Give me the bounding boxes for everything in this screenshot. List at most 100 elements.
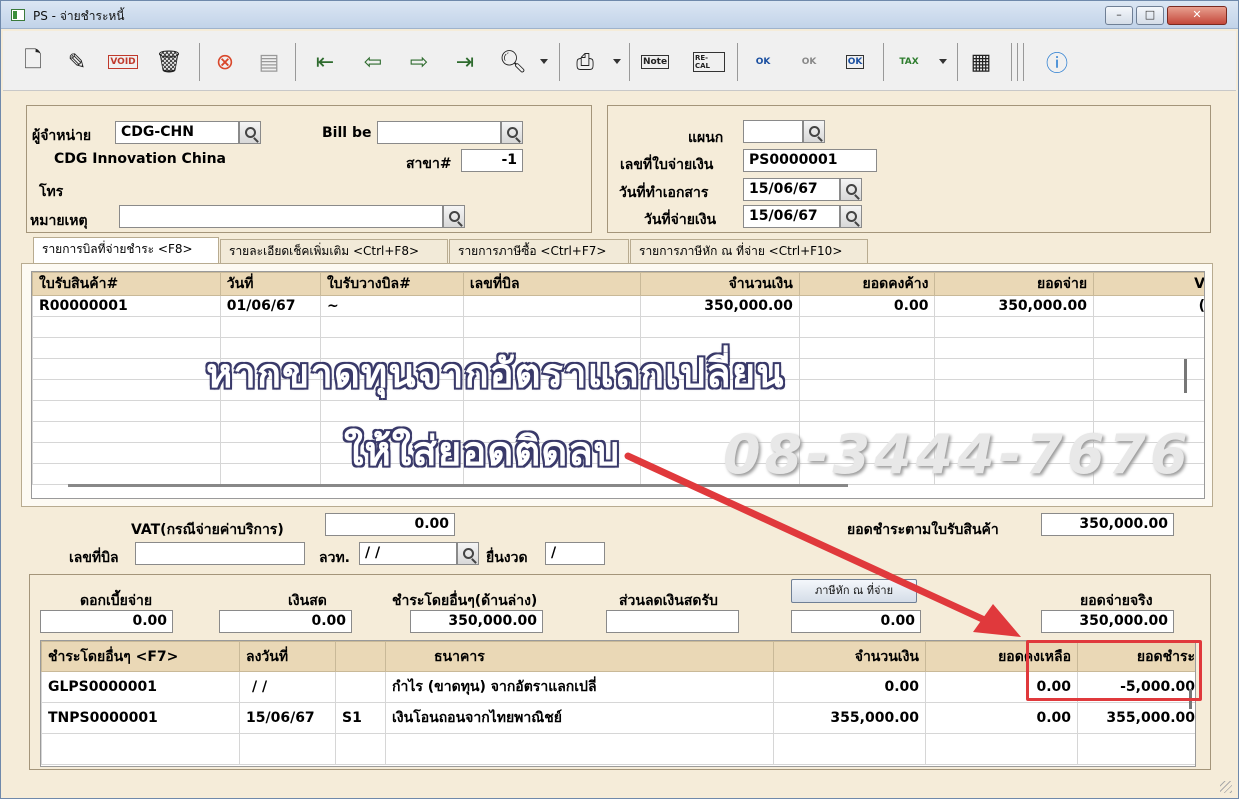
table-cell[interactable]: [462, 295, 642, 317]
search-icon[interactable]: 🔍︎: [497, 47, 529, 77]
toolbar-separator: [199, 43, 200, 81]
column-header[interactable]: ใบรับสินค้า#: [32, 272, 221, 296]
column-header[interactable]: ใบรับวางบิล#: [319, 272, 464, 296]
cancel-icon[interactable]: ⊗: [209, 47, 241, 77]
column-header[interactable]: จำนวนเงิน: [640, 272, 800, 296]
resize-grip[interactable]: [1220, 781, 1232, 793]
column-header[interactable]: วันที่: [219, 272, 321, 296]
table-row[interactable]: R00000001 01/06/67 ~ 350,000.00 0.00 350…: [32, 295, 1204, 317]
bill-no-input[interactable]: [135, 542, 305, 565]
void-icon[interactable]: VOID: [107, 47, 139, 77]
other-payment-value: 350,000.00: [410, 610, 543, 633]
table-cell[interactable]: (: [1093, 295, 1204, 317]
note-icon[interactable]: Note: [639, 47, 671, 77]
maximize-button[interactable]: □: [1136, 6, 1164, 25]
table-cell[interactable]: 355,000.00: [1077, 702, 1195, 734]
chevron-down-icon[interactable]: [540, 59, 548, 64]
report-icon[interactable]: ▦: [965, 47, 997, 77]
table-cell[interactable]: กำไร (ขาดทุน) จากอัตราแลกเปลี่: [385, 671, 774, 703]
table-row[interactable]: GLPS0000001 / / กำไร (ขาดทุน) จากอัตราแล…: [41, 671, 1195, 703]
pay-date-picker-button[interactable]: [840, 205, 862, 228]
remark-input[interactable]: [119, 205, 443, 228]
edit-icon[interactable]: ✎: [61, 47, 93, 77]
cash-input[interactable]: 0.00: [219, 610, 352, 633]
table-cell[interactable]: 0.00: [773, 671, 926, 703]
magnifier-icon: [244, 127, 256, 138]
vendor-code-input[interactable]: CDG-CHN: [115, 121, 239, 144]
column-header[interactable]: [335, 641, 386, 672]
department-input[interactable]: [743, 120, 803, 143]
column-header[interactable]: ธนาคาร: [385, 641, 774, 672]
first-record-icon[interactable]: ⇤: [309, 47, 341, 77]
app-icon: [11, 9, 25, 21]
column-header[interactable]: ยอดจ่าย: [934, 272, 1095, 296]
branch-input[interactable]: -1: [461, 149, 523, 172]
recalc-icon[interactable]: RE-CAL: [693, 47, 725, 77]
table-cell[interactable]: เงินโอนถอนจากไทยพาณิชย์: [385, 702, 774, 734]
bill-lookup-button[interactable]: [501, 121, 523, 144]
table-cell[interactable]: 0.00: [798, 295, 936, 317]
tax-date-picker-button[interactable]: [457, 542, 479, 565]
table-cell[interactable]: 350,000.00: [640, 295, 800, 317]
table-cell[interactable]: [335, 671, 386, 703]
column-header[interactable]: ลงวันที่: [239, 641, 336, 672]
table-cell[interactable]: ~: [319, 295, 464, 317]
attach-ok-icon[interactable]: OK: [839, 47, 871, 77]
delete-icon[interactable]: 🗑: [153, 47, 185, 77]
pay-date-input[interactable]: 15/06/67: [743, 205, 840, 228]
vertical-scrollbar[interactable]: [1184, 359, 1187, 393]
doc-date-picker-button[interactable]: [840, 178, 862, 201]
withholding-tax-button[interactable]: ภาษีหัก ณ ที่จ่าย: [791, 579, 917, 603]
approve-ok-icon[interactable]: OK: [747, 47, 779, 77]
vendor-lookup-button[interactable]: [239, 121, 261, 144]
column-header[interactable]: เลขที่บิล: [462, 272, 642, 296]
save-icon[interactable]: ▤: [253, 47, 285, 77]
remark-lookup-button[interactable]: [443, 205, 465, 228]
table-row[interactable]: TNPS0000001 15/06/67 S1 เงินโอนถอนจากไทย…: [41, 702, 1195, 734]
next-record-icon[interactable]: ⇨: [403, 47, 435, 77]
table-cell[interactable]: 350,000.00: [934, 295, 1095, 317]
last-record-icon[interactable]: ⇥: [449, 47, 481, 77]
filing-period-input[interactable]: /: [545, 542, 605, 565]
bill-input[interactable]: [377, 121, 501, 144]
column-header[interactable]: ยอดคงค้าง: [798, 272, 936, 296]
payment-no-input[interactable]: PS0000001: [743, 149, 877, 172]
table-cell[interactable]: 0.00: [925, 702, 1078, 734]
tab-paid-bills[interactable]: รายการบิลที่จ่ายชำระ <F8>: [33, 237, 219, 264]
department-lookup-button[interactable]: [803, 120, 825, 143]
table-row[interactable]: [41, 733, 1195, 765]
table-cell[interactable]: S1: [335, 702, 386, 734]
tab-purchase-tax[interactable]: รายการภาษีซื้อ <Ctrl+F7>: [449, 239, 629, 263]
phone-watermark: 08-3444-7676: [723, 423, 1192, 486]
cash-discount-input[interactable]: [606, 610, 739, 633]
chevron-down-icon[interactable]: [939, 59, 947, 64]
print-icon[interactable]: ⎙: [569, 47, 601, 77]
print-tax-icon[interactable]: TAX: [893, 47, 925, 77]
new-icon[interactable]: 🗋: [17, 47, 49, 77]
tax-date-input[interactable]: / /: [359, 542, 457, 565]
table-row[interactable]: [32, 316, 1204, 338]
tab-withholding-tax[interactable]: รายการภาษีหัก ณ ที่จ่าย <Ctrl+F10>: [630, 239, 868, 263]
table-cell[interactable]: 15/06/67: [239, 702, 336, 734]
column-header[interactable]: V: [1093, 272, 1204, 296]
close-button[interactable]: ✕: [1167, 6, 1227, 25]
table-cell[interactable]: TNPS0000001: [41, 702, 240, 734]
interest-input[interactable]: 0.00: [40, 610, 173, 633]
vat-input[interactable]: 0.00: [325, 513, 455, 536]
table-cell[interactable]: GLPS0000001: [41, 671, 240, 703]
previous-record-icon[interactable]: ⇦: [357, 47, 389, 77]
tab-cheque-details[interactable]: รายละเอียดเช็คเพิ่มเติม <Ctrl+F8>: [220, 239, 448, 263]
table-cell[interactable]: 355,000.00: [773, 702, 926, 734]
table-cell[interactable]: / /: [239, 671, 336, 703]
column-header[interactable]: ชำระโดยอื่นๆ <F7>: [41, 641, 240, 672]
table-cell[interactable]: 01/06/67: [219, 295, 321, 317]
chevron-down-icon[interactable]: [613, 59, 621, 64]
phone-label: โทร: [39, 184, 64, 200]
unapprove-icon[interactable]: OK: [793, 47, 825, 77]
payment-grid[interactable]: ชำระโดยอื่นๆ <F7> ลงวันที่ ธนาคาร จำนวนเ…: [40, 640, 1196, 767]
table-cell[interactable]: R00000001: [32, 295, 221, 317]
help-icon[interactable]: ⓘ: [1041, 47, 1073, 77]
column-header[interactable]: จำนวนเงิน: [773, 641, 926, 672]
minimize-button[interactable]: –: [1105, 6, 1133, 25]
doc-date-input[interactable]: 15/06/67: [743, 178, 840, 201]
